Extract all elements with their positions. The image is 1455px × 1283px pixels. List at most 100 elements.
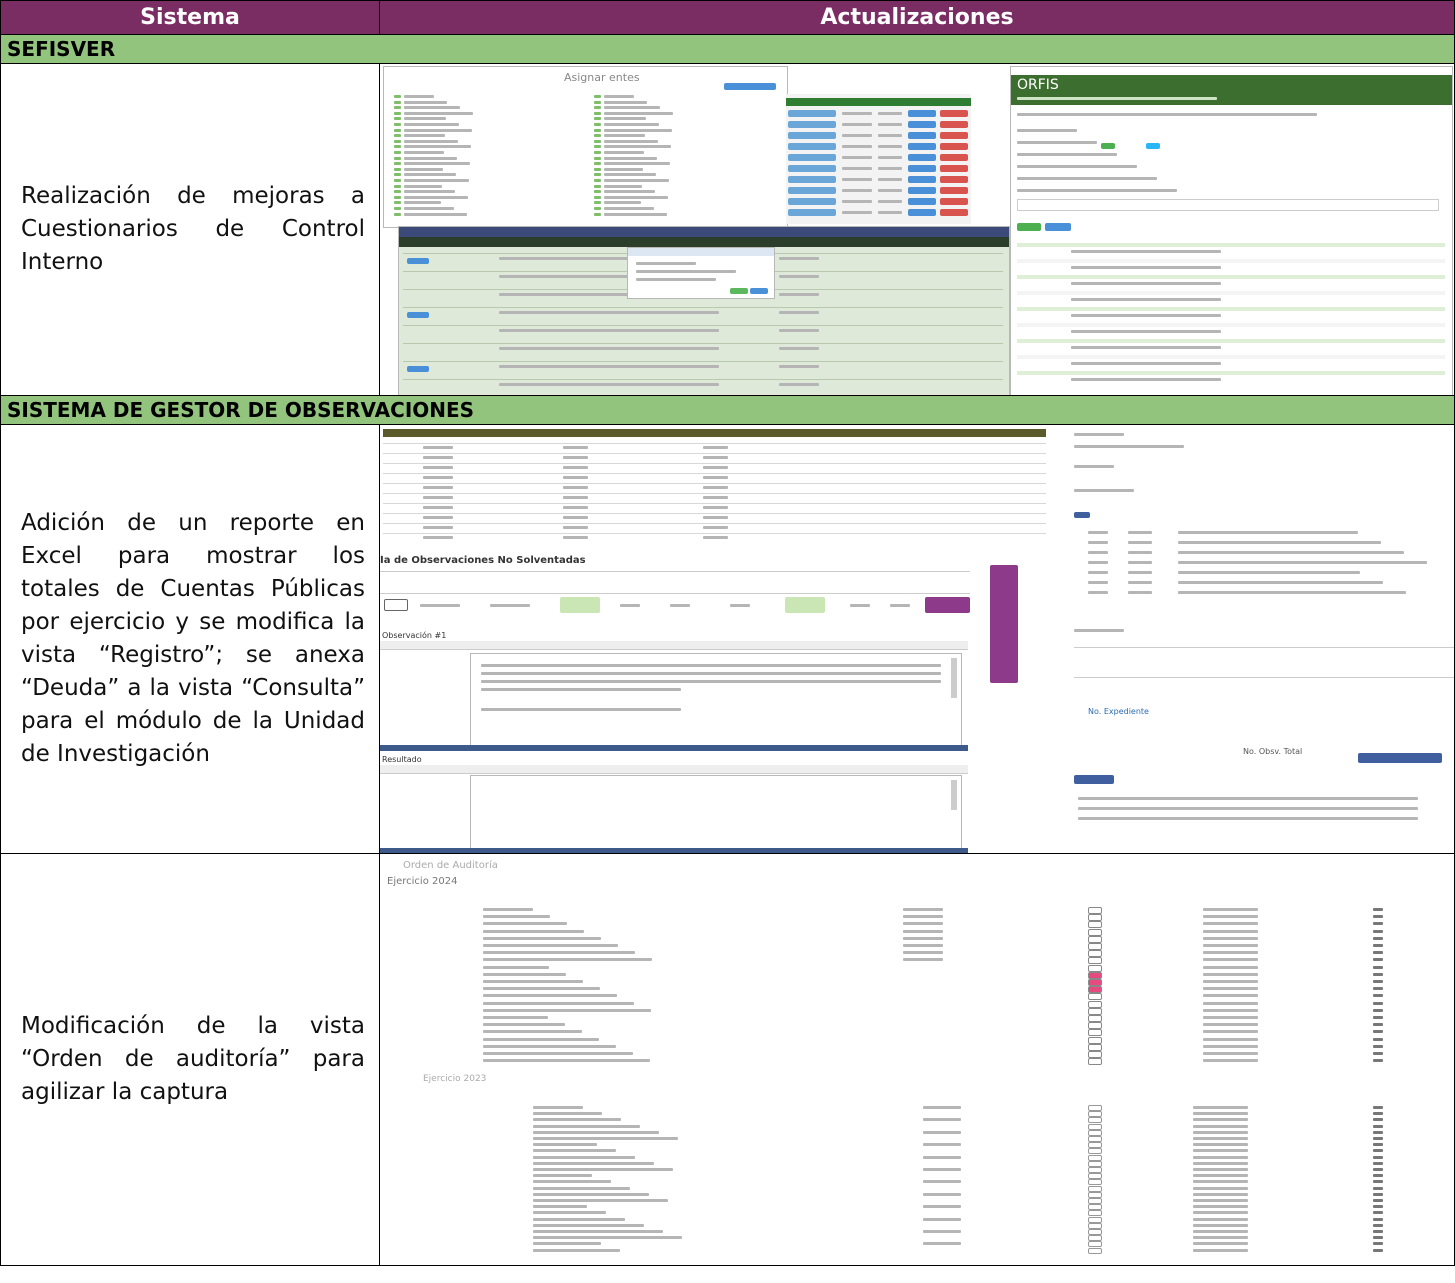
placeholder-line: [1017, 275, 1445, 279]
checkbox-icon: [594, 100, 601, 104]
placeholder-line: [842, 211, 872, 214]
placeholder-line: [533, 1199, 668, 1202]
consulta-export-button[interactable]: [1074, 775, 1114, 784]
placeholder-line: [1203, 972, 1258, 976]
status-toggle: [1088, 1105, 1102, 1111]
placeholder-line: [1203, 1044, 1258, 1048]
orfis-cancel-button[interactable]: [1045, 223, 1071, 231]
placeholder-line: [423, 466, 453, 469]
status-toggle: [1088, 1216, 1102, 1223]
placeholder-line: [533, 1242, 601, 1246]
row-action-button[interactable]: [384, 599, 408, 611]
section-gestor-observaciones: SISTEMA DE GESTOR DE OBSERVACIONES: [0, 395, 1455, 425]
edit-button: [908, 176, 936, 183]
placeholder-line: [703, 536, 728, 539]
orfis-screenshot: ORFIS: [1010, 66, 1453, 395]
checkbox-icon: [594, 95, 601, 98]
orden-tab-label: Orden de Auditoría: [403, 860, 498, 871]
placeholder-line: [1193, 1248, 1248, 1252]
placeholder-line: [1017, 291, 1445, 295]
placeholder-line: [1178, 531, 1358, 534]
delete-button: [940, 110, 968, 117]
placeholder-line: [923, 1118, 961, 1122]
placeholder-line: [842, 178, 872, 181]
placeholder-line: [1373, 1155, 1383, 1159]
placeholder-line: [499, 329, 719, 332]
placeholder-line: [1203, 1008, 1258, 1012]
placeholder-line: [483, 1016, 548, 1019]
placeholder-line: [1373, 994, 1383, 998]
ejercicio-2023-label: Ejercicio 2023: [423, 1074, 487, 1084]
delete-button: [940, 198, 968, 205]
placeholder-line: [423, 486, 453, 489]
placeholder-line: [1203, 958, 1258, 962]
placeholder-line: [604, 95, 634, 98]
asignar-button[interactable]: [724, 83, 776, 90]
status-toggle: [1088, 1179, 1102, 1186]
asignar-entes-title: Asignar entes: [564, 71, 640, 84]
delete-button: [940, 132, 968, 139]
placeholder-line: [1373, 1174, 1383, 1178]
placeholder-line: [1193, 1192, 1248, 1196]
consulta-blue-button[interactable]: [1358, 753, 1442, 763]
ejercicio-2024-label: Ejercicio 2024: [387, 876, 458, 887]
agregar-observacion-dialog: [627, 247, 775, 299]
placeholder-line: [1128, 551, 1152, 554]
status-toggle: [1088, 1154, 1102, 1161]
row2-screenshots: Ía de Observaciones No Solventadas Obser…: [379, 424, 1455, 854]
placeholder-line: [1193, 1143, 1248, 1147]
placeholder-line: [1178, 561, 1427, 564]
placeholder-line: [1373, 1161, 1383, 1165]
placeholder-line: [1193, 1118, 1248, 1122]
placeholder-line: [533, 1217, 625, 1221]
placeholder-line: [1203, 1023, 1258, 1027]
detalle-tab-button[interactable]: [1074, 512, 1090, 518]
ente-cell: [788, 154, 836, 161]
placeholder-line: [383, 443, 1046, 444]
no-solventadas-screenshot: Ía de Observaciones No Solventadas: [380, 555, 970, 625]
placeholder-line: [483, 1023, 565, 1027]
observacion-label: Observación #1: [382, 631, 447, 640]
placeholder-line: [604, 195, 668, 199]
placeholder-line: [423, 446, 453, 449]
checkbox-icon: [394, 117, 401, 121]
status-toggle: [1088, 1036, 1102, 1044]
placeholder-line: [878, 156, 902, 159]
placeholder-line: [1193, 1112, 1248, 1116]
placeholder-line: [483, 1037, 599, 1041]
placeholder-line: [1088, 591, 1108, 594]
placeholder-line: [533, 1112, 602, 1116]
placeholder-line: [403, 307, 1003, 308]
placeholder-line: [703, 526, 728, 529]
orfis-save-button[interactable]: [1017, 223, 1041, 231]
placeholder-line: [483, 987, 600, 991]
entes-table-screenshot: [786, 94, 971, 224]
placeholder-line: [604, 117, 646, 121]
placeholder-line: [483, 1030, 582, 1034]
checkbox-icon: [594, 184, 601, 188]
dialog-save-button[interactable]: [730, 288, 748, 294]
ente-cell: [788, 132, 836, 139]
placeholder-line: [1088, 551, 1108, 554]
placeholder-line: [1193, 1223, 1248, 1227]
placeholder-line: [1193, 1106, 1248, 1109]
placeholder-line: [1373, 1044, 1383, 1048]
placeholder-line: [1017, 177, 1157, 180]
placeholder-line: [1193, 1168, 1248, 1171]
updates-table: Sistema Actualizaciones SEFISVER Realiza…: [0, 0, 1455, 1266]
placeholder-line: [1017, 323, 1445, 327]
placeholder-line: [563, 456, 588, 459]
placeholder-line: [604, 156, 657, 160]
placeholder-line: [563, 476, 588, 479]
delete-button: [940, 143, 968, 150]
placeholder-line: [1373, 1211, 1383, 1215]
placeholder-line: [404, 201, 441, 205]
placeholder-line: [404, 179, 469, 182]
consulta-deuda-screenshot: No. Expediente No. Obsv. Total: [1068, 625, 1454, 853]
placeholder-line: [404, 207, 454, 210]
checkbox-icon: [594, 145, 601, 149]
dialog-cancel-button[interactable]: [750, 288, 768, 294]
status-toggle: [1088, 907, 1102, 914]
section-sefisver: SEFISVER: [0, 34, 1455, 64]
ente-cell: [788, 121, 836, 128]
